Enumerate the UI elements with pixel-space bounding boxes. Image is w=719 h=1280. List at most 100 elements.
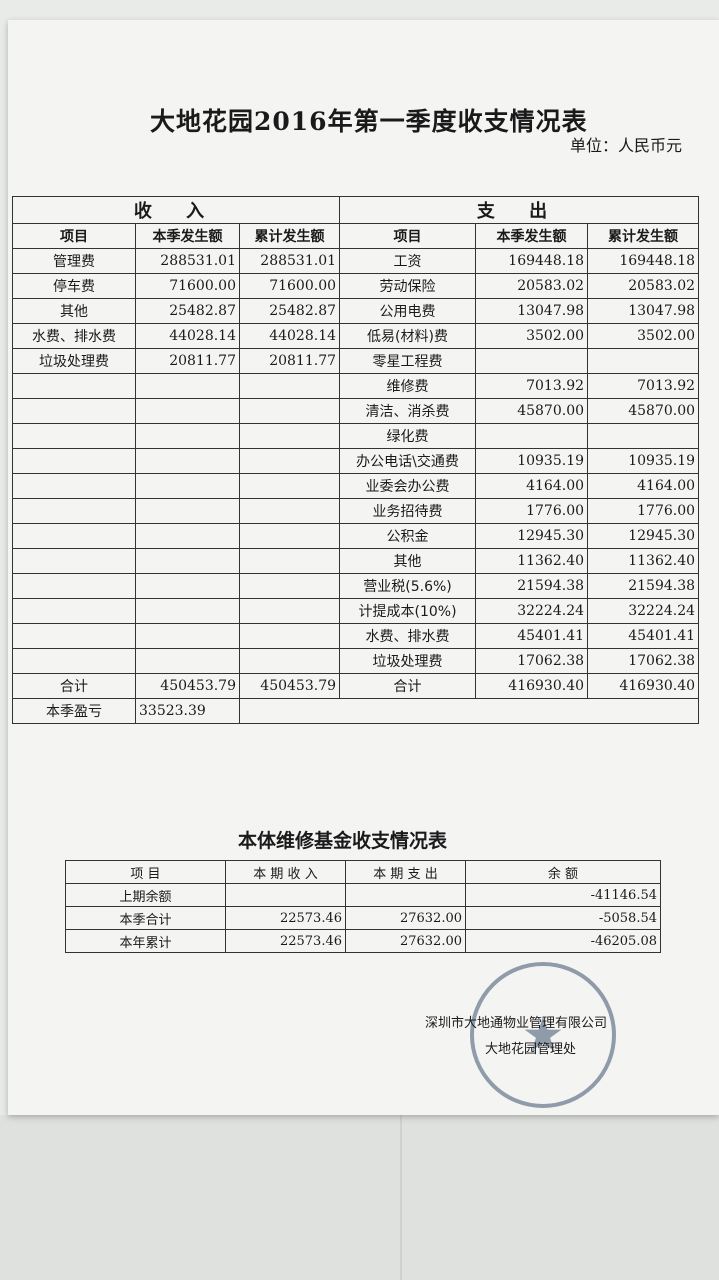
income-total-cumulative: 450453.79 — [238, 673, 341, 699]
income-cumulative-cell — [238, 473, 341, 499]
expense-item-cell: 零星工程费 — [339, 348, 477, 374]
fund-balance-cell: -46205.08 — [465, 929, 661, 953]
fund-income-cell — [225, 883, 346, 907]
income-current-cell — [135, 473, 240, 499]
expense-current-cell — [475, 348, 589, 374]
fund-table-title: 本体维修基金收支情况表 — [238, 830, 448, 852]
income-current-cell — [135, 448, 240, 474]
profit-blank — [238, 698, 700, 724]
wall-background — [0, 1115, 719, 1280]
maintenance-fund-table: 项 目 本 期 收 入 本 期 支 出 余 额 上期余额 -41146.54 本季合… — [65, 860, 661, 953]
income-current-cell: 20811.77 — [135, 348, 240, 374]
income-item-cell: 水费、排水费 — [12, 323, 136, 349]
income-item-cell: 停车费 — [12, 273, 136, 299]
income-cumulative-cell: 71600.00 — [238, 273, 341, 299]
table-row: 管理费 288531.01 288531.01 工资 169448.18 169448.1… — [12, 248, 700, 274]
wall-seam — [400, 1115, 402, 1280]
income-current-cell — [135, 523, 240, 549]
table-row: 公积金 12945.30 12945.30 — [12, 523, 700, 549]
expense-current-cell: 21594.38 — [475, 573, 589, 599]
expense-cumulative-cell: 7013.92 — [587, 373, 700, 399]
table-row: 业务招待费 1776.00 1776.00 — [12, 498, 700, 524]
expense-cumulative-header: 累计发生额 — [587, 223, 700, 249]
fund-balance-cell: -5058.54 — [465, 906, 661, 930]
table-row: 清洁、消杀费 45870.00 45870.00 — [12, 398, 700, 424]
expense-current-cell: 13047.98 — [475, 298, 589, 324]
income-cumulative-cell — [238, 548, 341, 574]
fund-balance-header: 余 额 — [465, 860, 661, 884]
expense-current-cell: 3502.00 — [475, 323, 589, 349]
fund-income-header: 本 期 收 入 — [225, 860, 346, 884]
expense-current-cell: 32224.24 — [475, 598, 589, 624]
expense-cumulative-cell: 20583.02 — [587, 273, 700, 299]
income-current-cell — [135, 423, 240, 449]
expense-item-cell: 清洁、消杀费 — [339, 398, 477, 424]
expense-cumulative-cell: 21594.38 — [587, 573, 700, 599]
fund-header-row: 项 目 本 期 收 入 本 期 支 出 余 额 — [65, 860, 661, 884]
income-item-cell — [12, 623, 136, 649]
expense-current-cell: 169448.18 — [475, 248, 589, 274]
expense-cumulative-cell: 12945.30 — [587, 523, 700, 549]
income-current-cell — [135, 573, 240, 599]
income-current-cell — [135, 398, 240, 424]
page-title: 大地花园2016年第一季度收支情况表 — [150, 107, 588, 136]
fund-row: 本年累计 22573.46 27632.00 -46205.08 — [65, 929, 661, 953]
income-header: 收 入 — [11, 196, 341, 224]
income-cumulative-cell — [238, 598, 341, 624]
table-row: 停车费 71600.00 71600.00 劳动保险 20583.02 20583.02 — [12, 273, 700, 299]
income-current-cell — [135, 598, 240, 624]
expense-item-cell: 其他 — [339, 548, 477, 574]
expense-item-cell: 公积金 — [339, 523, 477, 549]
table-row: 营业税(5.6%) 21594.38 21594.38 — [12, 573, 700, 599]
income-current-header: 本季发生额 — [135, 223, 240, 249]
expense-cumulative-cell — [587, 423, 700, 449]
column-header-row: 项目 本季发生额 累计发生额 项目 本季发生额 累计发生额 — [12, 223, 700, 249]
income-current-cell: 71600.00 — [135, 273, 240, 299]
expense-item-cell: 垃圾处理费 — [339, 648, 477, 674]
expense-total-label: 合计 — [339, 673, 477, 699]
income-current-cell — [135, 548, 240, 574]
expense-current-cell — [475, 423, 589, 449]
fund-item-cell: 本季合计 — [65, 906, 226, 930]
table-row: 垃圾处理费 17062.38 17062.38 — [12, 648, 700, 674]
income-item-cell — [12, 598, 136, 624]
income-cumulative-cell: 25482.87 — [238, 298, 341, 324]
income-cumulative-cell: 288531.01 — [238, 248, 341, 274]
expense-cumulative-cell: 17062.38 — [587, 648, 700, 674]
fund-expense-cell: 27632.00 — [345, 929, 466, 953]
income-cumulative-cell: 44028.14 — [238, 323, 341, 349]
company-branch: 大地花园管理处 — [485, 1042, 577, 1057]
income-total-current: 450453.79 — [135, 673, 240, 699]
totals-row: 合计 450453.79 450453.79 合计 416930.40 416930.40 — [12, 673, 700, 699]
income-cumulative-cell — [238, 373, 341, 399]
expense-total-cumulative: 416930.40 — [587, 673, 700, 699]
expense-item-cell: 办公电话\交通费 — [339, 448, 477, 474]
expense-current-cell: 7013.92 — [475, 373, 589, 399]
fund-row: 本季合计 22573.46 27632.00 -5058.54 — [65, 906, 661, 930]
income-item-header: 项目 — [12, 223, 136, 249]
expense-item-cell: 劳动保险 — [339, 273, 477, 299]
income-cumulative-cell — [238, 648, 341, 674]
profit-label: 本季盈亏 — [12, 698, 136, 724]
income-item-cell — [12, 448, 136, 474]
expense-current-cell: 17062.38 — [475, 648, 589, 674]
income-cumulative-header: 累计发生额 — [238, 223, 341, 249]
fund-expense-cell: 27632.00 — [345, 906, 466, 930]
expense-cumulative-cell: 45870.00 — [587, 398, 700, 424]
expense-item-cell: 业务招待费 — [339, 498, 477, 524]
expense-item-cell: 营业税(5.6%) — [339, 573, 477, 599]
income-cumulative-cell — [238, 623, 341, 649]
expense-current-cell: 11362.40 — [475, 548, 589, 574]
income-cumulative-cell — [238, 523, 341, 549]
income-current-cell: 44028.14 — [135, 323, 240, 349]
income-current-cell — [135, 648, 240, 674]
income-item-cell: 其他 — [12, 298, 136, 324]
expense-cumulative-cell: 1776.00 — [587, 498, 700, 524]
fund-row: 上期余额 -41146.54 — [65, 883, 661, 907]
expense-current-cell: 45870.00 — [475, 398, 589, 424]
profit-value: 33523.39 — [135, 698, 240, 724]
expense-item-cell: 工资 — [339, 248, 477, 274]
income-current-cell: 288531.01 — [135, 248, 240, 274]
income-item-cell — [12, 423, 136, 449]
table-row: 水费、排水费 45401.41 45401.41 — [12, 623, 700, 649]
